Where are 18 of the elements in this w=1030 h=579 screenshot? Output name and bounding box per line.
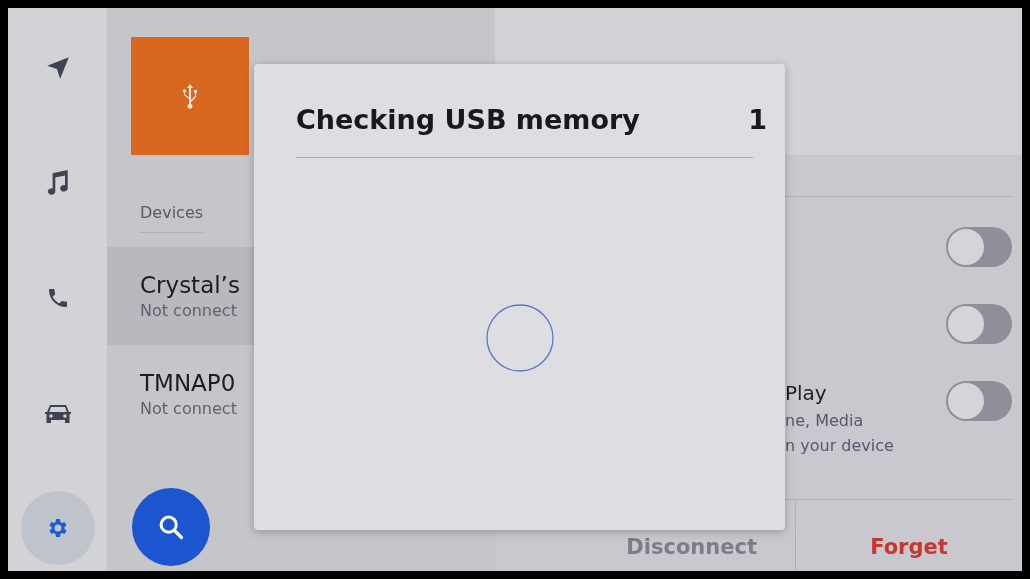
forget-button[interactable]: Forget — [795, 500, 1022, 571]
setting-label: Play — [785, 381, 828, 405]
usb-icon — [181, 83, 199, 109]
setting-description: n your device — [785, 436, 894, 455]
toggle-switch[interactable] — [946, 227, 1012, 267]
dialog-title: Checking USB memory — [296, 104, 640, 135]
section-heading: Devices — [140, 203, 204, 233]
dialog-count: 1 — [748, 104, 767, 135]
device-name: TMNAP0 — [140, 370, 237, 396]
device-status: Not connect — [140, 301, 238, 320]
device-status: Not connect — [140, 399, 238, 418]
usb-tile[interactable] — [131, 37, 249, 155]
toggle-switch[interactable] — [946, 381, 1012, 421]
device-name: Crystal’s — [140, 272, 241, 298]
setting-description: ne, Media — [785, 411, 865, 430]
loading-spinner — [484, 303, 555, 373]
search-icon — [157, 513, 185, 541]
toggle-switch[interactable] — [946, 304, 1012, 344]
